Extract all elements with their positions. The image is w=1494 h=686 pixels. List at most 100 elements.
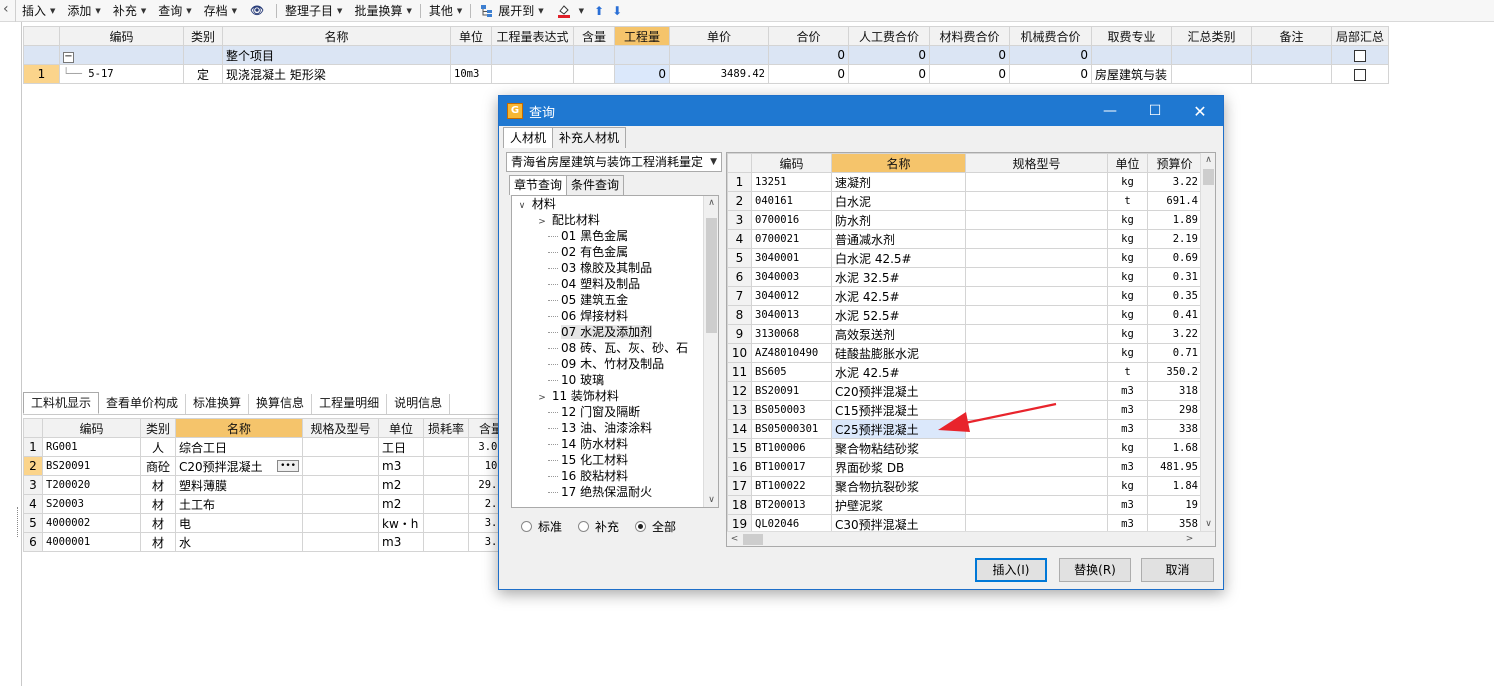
material-spec[interactable]: [965, 362, 1108, 382]
material-spec[interactable]: [965, 305, 1108, 325]
row-number[interactable]: 4: [23, 494, 43, 514]
toolbar-archive[interactable]: 存档 ▼: [198, 0, 243, 22]
resource-type[interactable]: 人: [140, 437, 176, 457]
material-spec[interactable]: [965, 457, 1108, 477]
tab-chapter-search[interactable]: 章节查询: [509, 175, 568, 195]
tree-node[interactable]: 08 砖、瓦、灰、砂、石: [512, 340, 718, 356]
col-fee-specialty[interactable]: 取费专业: [1091, 26, 1172, 46]
material-budget-price[interactable]: 350.2: [1147, 362, 1202, 382]
table-row[interactable]: 5 4000002 材 电 kw・h 3.75: [23, 513, 514, 533]
material-unit[interactable]: kg: [1107, 343, 1148, 363]
material-spec[interactable]: [965, 476, 1108, 496]
material-name[interactable]: 白水泥 42.5#: [831, 248, 966, 268]
item-type[interactable]: 定: [183, 64, 223, 84]
scroll-thumb[interactable]: [1203, 169, 1214, 185]
material-spec[interactable]: [965, 381, 1108, 401]
row-number[interactable]: 8: [727, 305, 752, 325]
table-row[interactable]: 6 3040003 水泥 32.5# kg 0.31: [727, 267, 1202, 287]
material-code[interactable]: BS05000301: [751, 419, 832, 439]
row-number[interactable]: 5: [23, 513, 43, 533]
material-name[interactable]: 速凝剂: [831, 172, 966, 192]
table-row[interactable]: 5 3040001 白水泥 42.5# kg 0.69: [727, 248, 1202, 268]
row-number[interactable]: 3: [23, 475, 43, 495]
col-content[interactable]: 含量: [573, 26, 615, 46]
material-spec[interactable]: [965, 229, 1108, 249]
material-code[interactable]: 0700016: [751, 210, 832, 230]
material-unit[interactable]: m3: [1107, 419, 1148, 439]
table-row[interactable]: 3 0700016 防水剂 kg 1.89: [727, 210, 1202, 230]
radio-all[interactable]: 全部: [635, 518, 676, 535]
resource-name[interactable]: C20预拌混凝土 •••: [175, 456, 303, 476]
toolbar-batch-convert[interactable]: 批量换算 ▼: [348, 0, 417, 22]
col-qty-expr[interactable]: 工程量表达式: [491, 26, 574, 46]
material-spec[interactable]: [965, 324, 1108, 344]
material-spec[interactable]: [965, 419, 1108, 439]
col-code[interactable]: 编码: [42, 418, 141, 438]
col-name[interactable]: 名称: [175, 418, 303, 438]
replace-button[interactable]: 替换(R): [1059, 558, 1131, 582]
scroll-down-icon[interactable]: ∨: [1201, 517, 1215, 531]
resource-loss-rate[interactable]: [423, 437, 469, 457]
toolbar-supplement[interactable]: 补充 ▼: [107, 0, 152, 22]
material-budget-price[interactable]: 338: [1147, 419, 1202, 439]
resource-unit[interactable]: 工日: [378, 437, 424, 457]
resource-unit[interactable]: kw・h: [378, 513, 424, 533]
row-number[interactable]: 1: [23, 64, 60, 84]
tab-labor-material-machine[interactable]: 工料机显示: [23, 392, 100, 414]
material-code[interactable]: 3040012: [751, 286, 832, 306]
row-number[interactable]: 18: [727, 495, 752, 515]
radio-standard[interactable]: 标准: [521, 518, 562, 535]
tree-node-selected[interactable]: 07 水泥及添加剂: [512, 324, 718, 340]
material-name[interactable]: 护壁泥浆: [831, 495, 966, 515]
table-row[interactable]: 8 3040013 水泥 52.5# kg 0.41: [727, 305, 1202, 325]
material-code[interactable]: BS20091: [751, 381, 832, 401]
col-type[interactable]: 类别: [183, 26, 223, 46]
material-unit[interactable]: m3: [1107, 457, 1148, 477]
resource-name[interactable]: 电: [175, 513, 303, 533]
tree-node[interactable]: 05 建筑五金: [512, 292, 718, 308]
scroll-right-icon[interactable]: >: [1182, 532, 1197, 546]
col-unit[interactable]: 单位: [450, 26, 492, 46]
table-row[interactable]: 6 4000001 材 水 m3 3.09: [23, 532, 514, 552]
material-budget-price[interactable]: 1.89: [1147, 210, 1202, 230]
toolbar-query[interactable]: 查询 ▼: [152, 0, 197, 22]
col-quantity[interactable]: 工程量: [614, 26, 670, 46]
material-code[interactable]: 3040001: [751, 248, 832, 268]
material-code[interactable]: BT100006: [751, 438, 832, 458]
col-summary-category[interactable]: 汇总类别: [1171, 26, 1252, 46]
item-unit-price[interactable]: 3489.42: [669, 64, 769, 84]
material-unit[interactable]: kg: [1107, 248, 1148, 268]
maximize-button[interactable]: ☐: [1132, 96, 1178, 126]
col-local-summary[interactable]: 局部汇总: [1331, 26, 1389, 46]
row-number[interactable]: 15: [727, 438, 752, 458]
resource-loss-rate[interactable]: [423, 494, 469, 514]
move-up-icon[interactable]: ⬆: [590, 0, 608, 22]
material-budget-price[interactable]: 3.22: [1147, 172, 1202, 192]
tree-node[interactable]: 04 塑料及制品: [512, 276, 718, 292]
material-hscrollbar[interactable]: < >: [727, 531, 1215, 546]
material-budget-price[interactable]: 0.71: [1147, 343, 1202, 363]
tree-node[interactable]: 14 防水材料: [512, 436, 718, 452]
tree-node-root[interactable]: ∨ 材料: [512, 196, 718, 212]
radio-checked-icon[interactable]: [635, 521, 647, 532]
group-row[interactable]: − 整个项目 0 0 0 0: [23, 45, 1389, 65]
insert-button[interactable]: 插入(I): [975, 558, 1047, 582]
material-budget-price[interactable]: 481.95: [1147, 457, 1202, 477]
resource-code[interactable]: BS20091: [42, 456, 141, 476]
item-material-total[interactable]: 0: [929, 64, 1010, 84]
resource-name[interactable]: 塑料薄膜: [175, 475, 303, 495]
material-name[interactable]: 防水剂: [831, 210, 966, 230]
col-loss-rate[interactable]: 损耗率: [423, 418, 469, 438]
collapse-left-icon[interactable]: [0, 0, 16, 22]
resource-type[interactable]: 材: [140, 513, 176, 533]
row-number[interactable]: 12: [727, 381, 752, 401]
tree-scrollbar[interactable]: ∧ ∨: [703, 196, 718, 507]
table-row[interactable]: 1 13251 速凝剂 kg 3.22: [727, 172, 1202, 192]
material-code[interactable]: 0700021: [751, 229, 832, 249]
col-total[interactable]: 合价: [768, 26, 849, 46]
tree-node[interactable]: 03 橡胶及其制品: [512, 260, 718, 276]
row-number[interactable]: 2: [23, 456, 43, 476]
material-unit[interactable]: kg: [1107, 305, 1148, 325]
resource-spec[interactable]: [302, 532, 379, 552]
row-number[interactable]: 16: [727, 457, 752, 477]
